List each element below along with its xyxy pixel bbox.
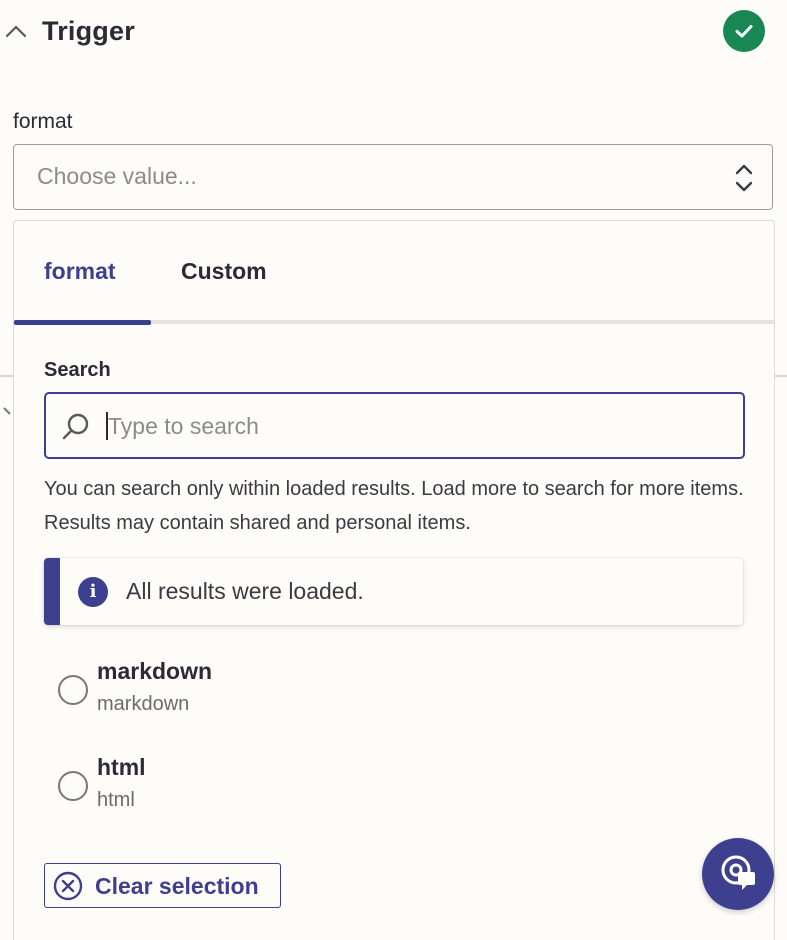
info-banner-message: All results were loaded. bbox=[126, 578, 364, 604]
tab-format[interactable]: format bbox=[44, 258, 116, 285]
check-circle-icon bbox=[723, 10, 765, 52]
search-help-text: You can search only within loaded result… bbox=[44, 478, 744, 534]
radio-button[interactable] bbox=[58, 771, 88, 801]
field-label: format bbox=[13, 110, 73, 133]
background-divider bbox=[775, 375, 787, 377]
option-sublabel: markdown bbox=[97, 693, 190, 715]
search-input[interactable] bbox=[108, 404, 708, 448]
background-divider bbox=[0, 375, 14, 377]
chevron-updown-icon bbox=[734, 162, 754, 194]
radio-button[interactable] bbox=[58, 675, 88, 705]
option-label: markdown bbox=[97, 658, 213, 684]
section-title: Trigger bbox=[42, 16, 135, 46]
search-label: Search bbox=[44, 359, 111, 381]
option-label: html bbox=[97, 754, 146, 780]
info-banner: i All results were loaded. bbox=[44, 558, 743, 625]
help-chat-button[interactable] bbox=[702, 838, 774, 910]
option-markdown[interactable]: markdown markdown bbox=[58, 658, 658, 728]
option-html[interactable]: html html bbox=[58, 754, 658, 824]
tab-custom[interactable]: Custom bbox=[181, 258, 267, 285]
clear-selection-button[interactable]: Clear selection bbox=[44, 863, 281, 908]
close-circle-icon bbox=[53, 871, 83, 901]
info-banner-accent bbox=[44, 558, 60, 625]
collapse-chevron-up-icon[interactable] bbox=[4, 20, 28, 44]
option-sublabel: html bbox=[97, 789, 135, 811]
search-box[interactable] bbox=[44, 392, 745, 459]
active-tab-indicator bbox=[14, 320, 151, 325]
select-placeholder: Choose value... bbox=[37, 163, 197, 189]
help-chat-icon bbox=[716, 850, 760, 899]
clear-selection-label: Clear selection bbox=[95, 873, 259, 899]
format-select[interactable]: Choose value... bbox=[13, 144, 773, 210]
search-icon bbox=[61, 412, 91, 442]
info-icon: i bbox=[78, 577, 108, 607]
